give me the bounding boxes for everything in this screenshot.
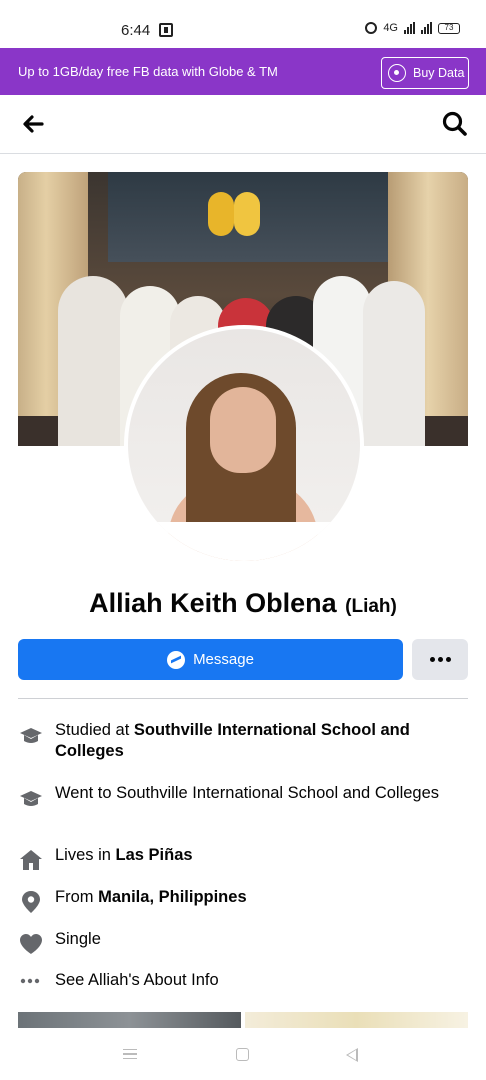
buy-data-button[interactable]: Buy Data: [381, 57, 469, 89]
network-type: 4G: [383, 22, 398, 34]
message-label: Message: [193, 651, 254, 668]
data-icon: [388, 64, 406, 82]
heart-icon: [20, 934, 42, 954]
profile-name: Alliah Keith Oblena: [89, 588, 337, 618]
detail-bold[interactable]: Las Piñas: [116, 846, 193, 864]
message-button[interactable]: Message: [18, 639, 403, 680]
detail-text: Lives in: [55, 846, 116, 864]
detail-education: Went to Southville International School …: [18, 783, 468, 811]
detail-education: Studied at Southville International Scho…: [18, 720, 468, 762]
messenger-icon: [167, 650, 186, 669]
detail-text: See Alliah's About Info: [55, 971, 219, 989]
top-nav: [0, 95, 486, 154]
more-horizontal-icon: [429, 657, 435, 662]
signal-icon: [404, 22, 415, 34]
photo-thumbnail[interactable]: [18, 1012, 241, 1028]
signal-icon: [421, 22, 432, 34]
home-button-icon[interactable]: [236, 1048, 249, 1061]
status-time: 6:44: [121, 22, 151, 39]
detail-text: Went to Southville International School …: [55, 784, 440, 802]
profile-nickname: (Liah): [345, 596, 397, 617]
divider: [18, 698, 468, 699]
detail-text: Studied at: [55, 721, 134, 739]
detail-text: From: [55, 888, 99, 906]
avatar[interactable]: [128, 329, 360, 561]
detail-lives: Lives in Las Piñas: [18, 845, 468, 873]
status-indicators: 4G 73: [365, 22, 460, 34]
graduation-cap-icon: [20, 728, 42, 743]
buy-data-label: Buy Data: [413, 66, 465, 80]
detail-from: From Manila, Philippines: [18, 887, 468, 915]
ellipsis-icon: [20, 978, 40, 984]
status-bar: 6:44 4G 73: [0, 0, 486, 48]
detail-text: Single: [55, 930, 101, 948]
photo-strip: [18, 1012, 468, 1028]
back-triangle-icon[interactable]: [346, 1048, 358, 1062]
photo-thumbnail[interactable]: [245, 1012, 468, 1028]
detail-relationship: Single: [18, 929, 468, 957]
graduation-cap-icon: [20, 791, 42, 806]
alarm-icon: [365, 22, 378, 34]
profile-name-row: Alliah Keith Oblena (Liah): [0, 588, 486, 619]
search-icon[interactable]: [440, 109, 470, 139]
see-about-info-link[interactable]: See Alliah's About Info: [18, 970, 468, 998]
detail-bold[interactable]: Manila, Philippines: [98, 888, 247, 906]
arrow-left-icon[interactable]: [18, 109, 48, 139]
promo-text: Up to 1GB/day free FB data with Globe & …: [18, 64, 278, 79]
notification-icon: [159, 23, 173, 37]
location-pin-icon: [22, 891, 40, 913]
system-nav-bar: [0, 1028, 486, 1080]
home-icon: [20, 850, 42, 870]
battery-icon: 73: [438, 22, 460, 34]
more-options-button[interactable]: [412, 639, 468, 680]
menu-icon[interactable]: [123, 1049, 137, 1059]
